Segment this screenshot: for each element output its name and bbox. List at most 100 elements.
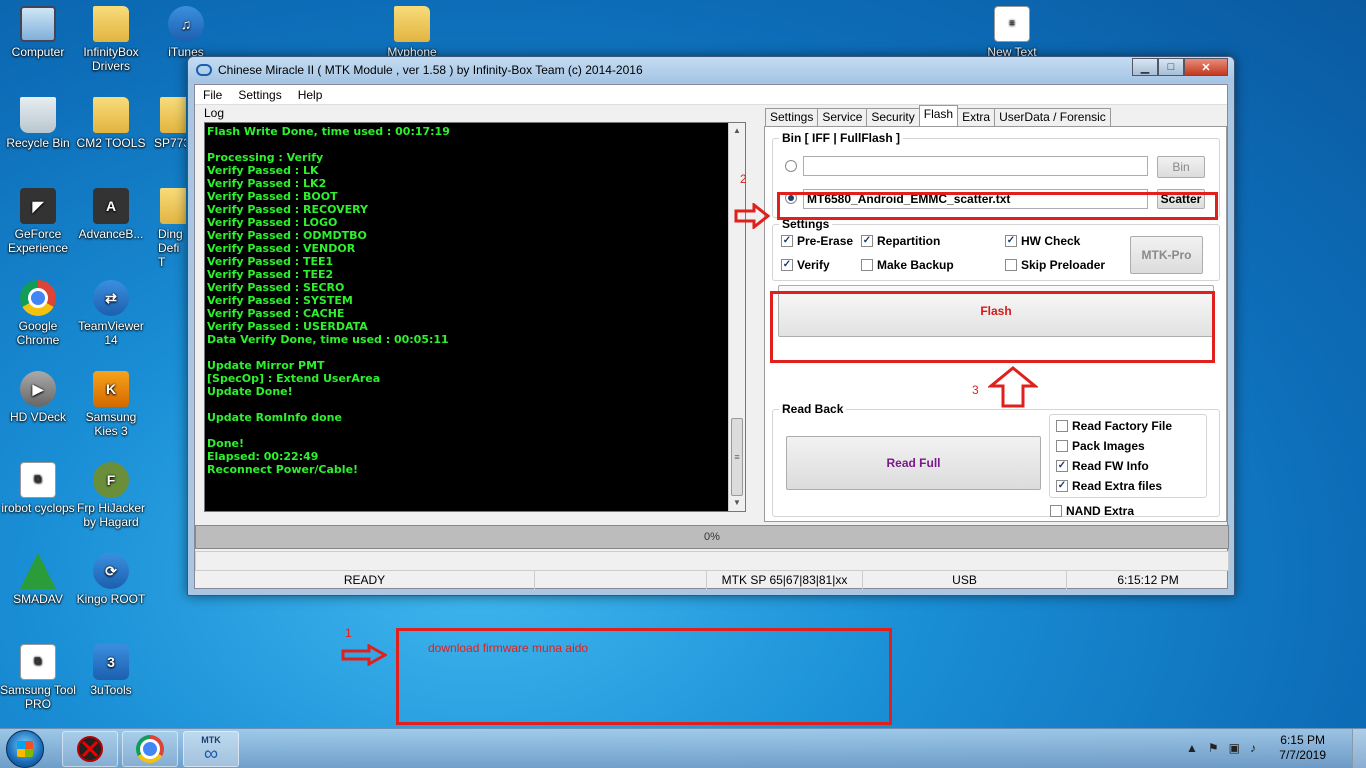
menu-file[interactable]: File	[195, 88, 230, 102]
desktop-icon-sp773[interactable]: SP773	[140, 97, 186, 150]
desktop-icon-infinitybox-drivers[interactable]: InfinityBox Drivers	[73, 6, 149, 73]
progress-bar: 0%	[195, 525, 1229, 549]
desktop-icon-recycle-bin[interactable]: Recycle Bin	[0, 97, 76, 150]
desktop-icon-smadav[interactable]: SMADAV	[0, 553, 76, 606]
hw-check-checkbox[interactable]: ✓ HW Check	[1005, 234, 1080, 248]
close-button[interactable]: ✕	[1184, 58, 1228, 76]
make-backup-checkbox[interactable]: Make Backup	[861, 258, 954, 272]
log-line: Update Mirror PMT	[207, 359, 325, 372]
maximize-button[interactable]: □	[1158, 58, 1184, 76]
status-connection: USB	[863, 571, 1067, 590]
download-note-text: download firmware muna aido	[428, 641, 589, 655]
desktop-icon-advanceb[interactable]: A AdvanceB...	[73, 188, 149, 241]
infinity-app-icon	[196, 64, 212, 76]
desktop-icon-itunes[interactable]: ♫ iTunes	[148, 6, 224, 59]
log-text: Flash Write Done, time used : 00:17:19 P…	[207, 125, 727, 509]
folder-icon	[394, 6, 430, 42]
scatter-highlight-box	[777, 192, 1218, 220]
tab-flash[interactable]: Flash	[918, 105, 959, 126]
tab-service[interactable]: Service	[817, 108, 868, 126]
scroll-up-arrow-icon[interactable]: ▲	[729, 123, 745, 139]
desktop-icon-new-text[interactable]: ≡ New Text	[974, 6, 1050, 59]
progress-text: 0%	[704, 531, 720, 543]
skip-preloader-checkbox[interactable]: Skip Preloader	[1005, 258, 1105, 272]
recycle-bin-icon	[20, 97, 56, 133]
bin-path-field[interactable]	[803, 156, 1148, 176]
desktop-icon-geforce[interactable]: ◤ GeForce Experience	[0, 188, 76, 255]
log-line: Verify Passed : BOOT	[207, 190, 338, 203]
desktop-icon-frp-hijacker[interactable]: F Frp HiJacker by Hagard	[73, 462, 149, 529]
log-line: Flash Write Done, time used : 00:17:19	[207, 125, 450, 138]
clock-date: 7/7/2019	[1279, 748, 1326, 762]
desktop-icon-3utools[interactable]: 3 3uTools	[73, 644, 149, 697]
tab-extra[interactable]: Extra	[957, 108, 996, 126]
pack-images-checkbox[interactable]: Pack Images	[1056, 439, 1145, 453]
tray-clock[interactable]: 6:15 PM 7/7/2019	[1279, 733, 1326, 763]
log-line: Verify Passed : CACHE	[207, 307, 345, 320]
log-line: Verify Passed : ODMDTBO	[207, 229, 367, 242]
taskbar-infinity-tool[interactable]	[62, 731, 118, 767]
tab-security[interactable]: Security	[866, 108, 920, 126]
checkbox-unchecked-icon	[1056, 440, 1068, 452]
menu-help[interactable]: Help	[290, 88, 331, 102]
desktop-icon-hd-vdeck[interactable]: ▶ HD VDeck	[0, 371, 76, 424]
advance-icon: A	[93, 188, 129, 224]
bin-button[interactable]: Bin	[1157, 156, 1205, 178]
volume-icon[interactable]: ♪	[1250, 741, 1256, 755]
action-center-flag-icon[interactable]: ⚑	[1208, 741, 1219, 755]
start-button[interactable]	[6, 730, 44, 768]
desktop-icon-computer[interactable]: Computer	[0, 6, 76, 59]
log-panel[interactable]: Flash Write Done, time used : 00:17:19 P…	[204, 122, 746, 512]
scroll-thumb[interactable]: ≡	[731, 418, 743, 496]
desktop-icon-irobot[interactable]: ⧉ irobot cyclops	[0, 462, 76, 515]
mtk-pro-button[interactable]: MTK-Pro	[1130, 236, 1203, 274]
folder-icon	[93, 6, 129, 42]
desktop-icon-samsung-tool-pro[interactable]: ⧉ Samsung Tool PRO	[0, 644, 76, 711]
taskbar-chrome[interactable]	[122, 731, 178, 767]
tab-settings[interactable]: Settings	[765, 108, 819, 126]
desktop-icon-cm2-tools[interactable]: CM2 TOOLS	[73, 97, 149, 150]
checkbox-checked-icon: ✓	[1056, 480, 1068, 492]
checkbox-checked-icon: ✓	[1056, 460, 1068, 472]
system-tray: ▲ ⚑ ▣ ♪	[1186, 741, 1256, 755]
desktop-icon-myphone[interactable]: Myphone	[374, 6, 450, 59]
read-factory-file-checkbox[interactable]: Read Factory File	[1056, 419, 1172, 433]
frp-icon: F	[93, 462, 129, 498]
show-desktop-button[interactable]	[1352, 729, 1366, 768]
desktop-icon-ding[interactable]: Ding Defi T	[140, 188, 186, 269]
checkbox-checked-icon: ✓	[781, 235, 793, 247]
minimize-button[interactable]: ▁	[1132, 58, 1158, 76]
bin-radio[interactable]	[785, 160, 797, 172]
title-bar[interactable]: Chinese Miracle II ( MTK Module , ver 1.…	[188, 57, 1234, 83]
nand-extra-checkbox[interactable]: NAND Extra	[1050, 504, 1134, 518]
read-extra-files-checkbox[interactable]: ✓ Read Extra files	[1056, 479, 1162, 493]
teamviewer-icon: ⇄	[93, 280, 129, 316]
repartition-checkbox[interactable]: ✓ Repartition	[861, 234, 940, 248]
checkbox-unchecked-icon	[1050, 505, 1062, 517]
verify-checkbox[interactable]: ✓ Verify	[781, 258, 830, 272]
status-spacer	[195, 551, 1229, 571]
taskbar: MTK ∞ ▲ ⚑ ▣ ♪ 6:15 PM 7/7/2019	[0, 728, 1366, 768]
status-time: 6:15:12 PM	[1117, 573, 1179, 587]
log-line: Done!	[207, 437, 244, 450]
tray-expand-icon[interactable]: ▲	[1186, 741, 1198, 755]
log-line: Verify Passed : USERDATA	[207, 320, 368, 333]
desktop-icon-teamviewer[interactable]: ⇄ TeamViewer 14	[73, 280, 149, 347]
taskbar-mtk-module[interactable]: MTK ∞	[183, 731, 239, 767]
log-line: Update RomInfo done	[207, 411, 342, 424]
scroll-down-arrow-icon[interactable]: ▼	[729, 495, 745, 511]
tab-userdata-forensic[interactable]: UserData / Forensic	[994, 108, 1111, 126]
read-full-button[interactable]: Read Full	[786, 436, 1041, 490]
pre-erase-checkbox[interactable]: ✓ Pre-Erase	[781, 234, 853, 248]
desktop-icon-chrome[interactable]: Google Chrome	[0, 280, 76, 347]
window-title: Chinese Miracle II ( MTK Module , ver 1.…	[218, 63, 643, 77]
checkbox-checked-icon: ✓	[1005, 235, 1017, 247]
kingo-icon: ⟳	[93, 553, 129, 589]
menu-settings[interactable]: Settings	[230, 88, 289, 102]
desktop-icon-kingo-root[interactable]: ⟳ Kingo ROOT	[73, 553, 149, 606]
network-icon[interactable]: ▣	[1229, 741, 1240, 755]
desktop-icon-samsung-kies[interactable]: K Samsung Kies 3	[73, 371, 149, 438]
log-line: Data Verify Done, time used : 00:05:11	[207, 333, 449, 346]
settings-group: Settings ✓ Pre-Erase ✓ Repartition ✓ HW Che…	[772, 217, 1220, 281]
read-fw-info-checkbox[interactable]: ✓ Read FW Info	[1056, 459, 1149, 473]
